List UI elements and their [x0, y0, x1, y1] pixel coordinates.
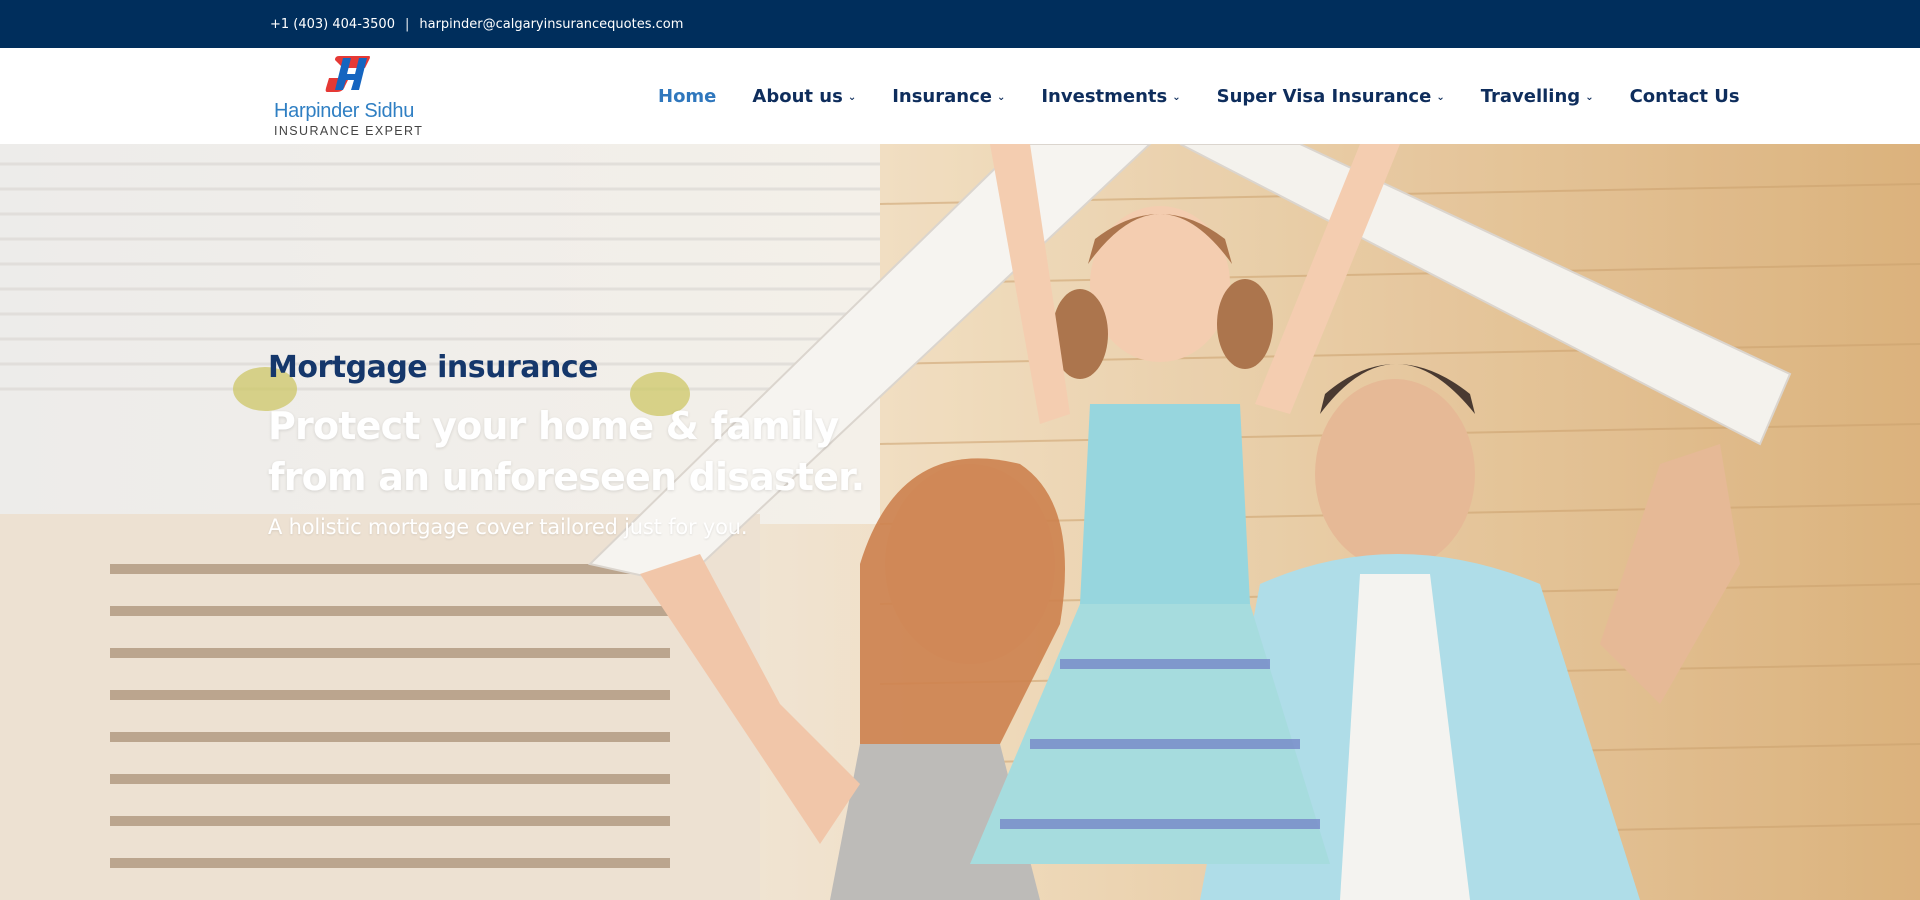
nav-item-insurance[interactable]: Insurance ⌄	[892, 86, 1005, 107]
nav-item-investments[interactable]: Investments ⌄	[1041, 86, 1180, 107]
nav-item-label: About us	[752, 85, 843, 107]
nav-item-label: Travelling	[1480, 85, 1581, 107]
logo-mark-icon	[325, 56, 370, 92]
chevron-down-icon: ⌄	[1172, 91, 1181, 103]
hero-subline: A holistic mortgage cover tailored just …	[268, 515, 748, 539]
hero-banner: Mortgage insurance Protect your home & f…	[0, 144, 1920, 900]
hero-headline: Protect your home & family from an unfor…	[268, 401, 888, 503]
chevron-down-icon: ⌄	[996, 91, 1006, 103]
nav-item-about-us[interactable]: About us ⌄	[752, 86, 856, 107]
hero-text-block: Mortgage insurance Protect your home & f…	[268, 350, 888, 539]
nav-item-label: Investments	[1041, 85, 1168, 107]
chevron-down-icon: ⌄	[1436, 91, 1445, 103]
top-contact-bar: +1 (403) 404-3500 | harpinder@calgaryins…	[0, 0, 1920, 48]
nav-item-home[interactable]: Home	[658, 86, 716, 107]
nav-item-contact-us[interactable]: Contact Us	[1630, 86, 1740, 107]
site-header: Harpinder Sidhu INSURANCE EXPERT Home Ab…	[0, 48, 1920, 144]
nav-item-label: Contact Us	[1629, 85, 1740, 107]
hero-kicker: Mortgage insurance	[268, 350, 598, 385]
main-nav: Home About us ⌄ Insurance ⌄ Investments …	[658, 48, 1740, 144]
logo-name: Harpinder Sidhu	[274, 100, 415, 122]
nav-item-label: Super Visa Insurance	[1216, 85, 1432, 107]
nav-item-super-visa-insurance[interactable]: Super Visa Insurance ⌄	[1217, 86, 1445, 107]
hero-headline-line2: from an unforeseen disaster.	[268, 455, 865, 499]
site-logo[interactable]: Harpinder Sidhu INSURANCE EXPERT	[270, 52, 430, 140]
hero-headline-line1: Protect your home & family	[268, 404, 839, 448]
nav-item-label: Insurance	[892, 85, 992, 107]
email-link[interactable]: harpinder@calgaryinsurancequotes.com	[419, 17, 683, 32]
nav-item-travelling[interactable]: Travelling ⌄	[1481, 86, 1594, 107]
chevron-down-icon: ⌄	[1585, 91, 1594, 103]
logo-tagline: INSURANCE EXPERT	[274, 124, 424, 138]
contact-separator: |	[404, 16, 410, 32]
nav-item-label: Home	[658, 85, 717, 107]
chevron-down-icon: ⌄	[847, 91, 857, 103]
phone-link[interactable]: +1 (403) 404-3500	[270, 17, 395, 32]
